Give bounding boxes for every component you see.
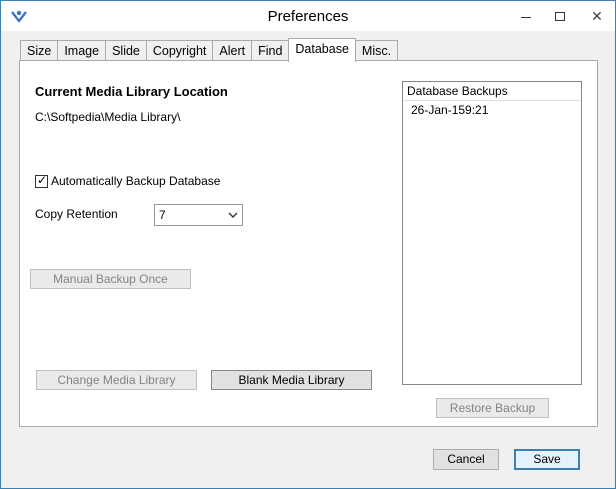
- backups-list-header: Database Backups: [403, 82, 581, 101]
- check-icon: ✓: [37, 172, 48, 187]
- auto-backup-checkbox[interactable]: ✓: [35, 172, 48, 188]
- close-button[interactable]: ✕: [579, 1, 615, 31]
- database-backups-list[interactable]: Database Backups 26-Jan-159:21: [402, 81, 582, 385]
- database-panel: Current Media Library Location C:\Softpe…: [19, 60, 598, 427]
- maximize-icon: [555, 11, 565, 21]
- change-library-button[interactable]: Change Media Library: [36, 370, 197, 390]
- preferences-window: Preferences ✕ Size Image Slide Copyright…: [0, 0, 616, 489]
- auto-backup-row[interactable]: ✓ Automatically Backup Database: [35, 172, 220, 188]
- tab-database[interactable]: Database: [288, 38, 356, 62]
- tab-strip: Size Image Slide Copyright Alert Find Da…: [20, 38, 399, 62]
- auto-backup-label[interactable]: Automatically Backup Database: [51, 174, 220, 188]
- library-location-heading: Current Media Library Location: [35, 84, 228, 99]
- manual-backup-button[interactable]: Manual Backup Once: [30, 269, 191, 289]
- copy-retention-label: Copy Retention: [35, 207, 118, 221]
- close-icon: ✕: [591, 7, 603, 24]
- copy-retention-value: 7: [159, 208, 166, 222]
- minimize-button[interactable]: [511, 1, 541, 31]
- tab-find[interactable]: Find: [251, 40, 290, 62]
- tab-image[interactable]: Image: [57, 40, 107, 62]
- maximize-button[interactable]: [545, 1, 575, 31]
- tab-size[interactable]: Size: [20, 40, 59, 62]
- tab-slide[interactable]: Slide: [105, 40, 147, 62]
- title-bar[interactable]: Preferences ✕: [1, 1, 615, 31]
- cancel-button[interactable]: Cancel: [433, 449, 499, 470]
- restore-backup-button[interactable]: Restore Backup: [436, 398, 549, 418]
- chevron-down-icon: [228, 212, 238, 218]
- tab-copyright[interactable]: Copyright: [145, 40, 214, 62]
- tab-misc[interactable]: Misc.: [354, 40, 399, 62]
- tab-alert[interactable]: Alert: [212, 40, 253, 62]
- minimize-icon: [521, 16, 531, 18]
- library-path: C:\Softpedia\Media Library\: [35, 110, 181, 124]
- save-button[interactable]: Save: [514, 449, 580, 470]
- list-item[interactable]: 26-Jan-159:21: [403, 101, 581, 119]
- copy-retention-select[interactable]: 7: [154, 204, 243, 226]
- blank-library-button[interactable]: Blank Media Library: [211, 370, 372, 390]
